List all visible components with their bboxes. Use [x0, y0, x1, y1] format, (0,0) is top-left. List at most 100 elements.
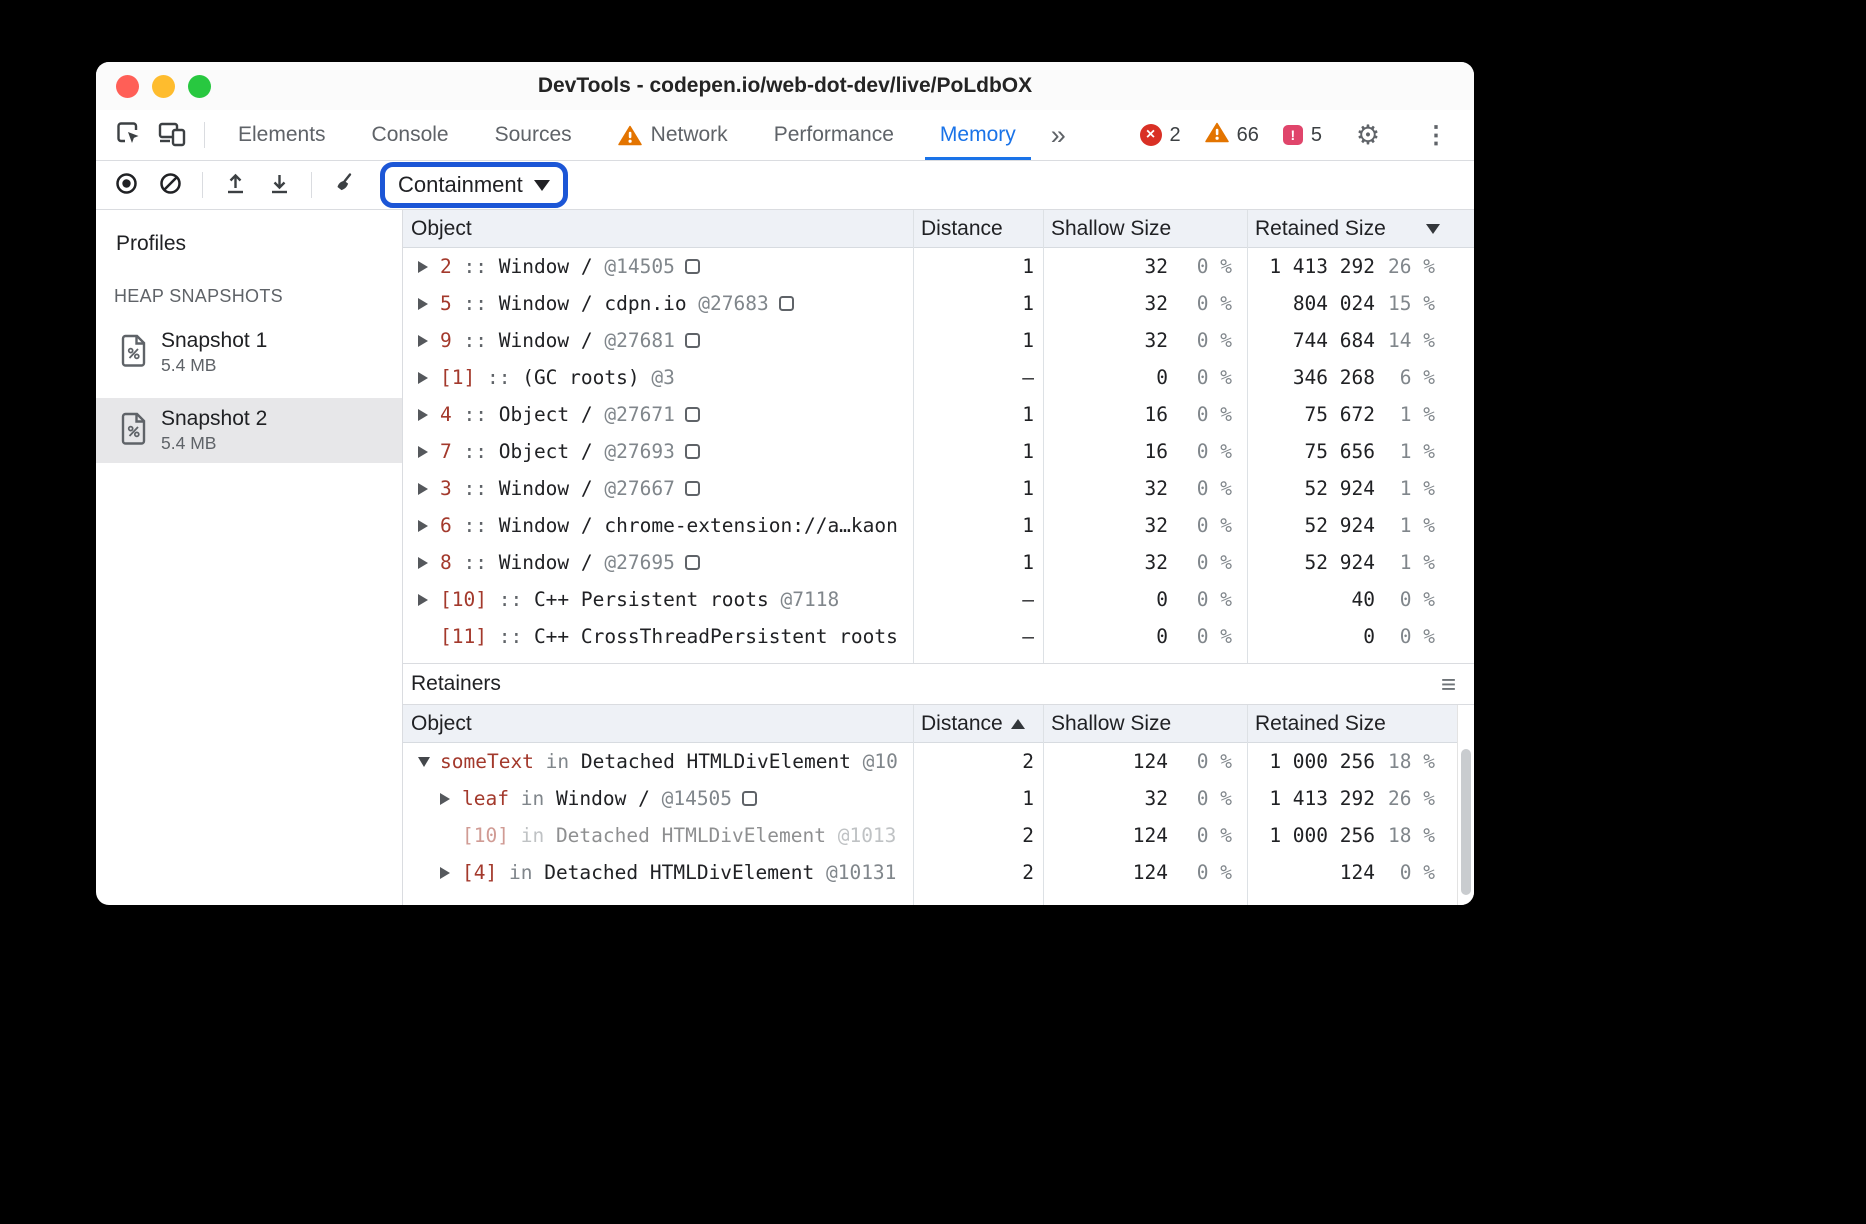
sidebar-item-snapshot-1[interactable]: Snapshot 1 5.4 MB	[96, 320, 402, 385]
scrollbar[interactable]	[1457, 705, 1474, 905]
column-header-object[interactable]: Object	[403, 210, 913, 247]
retained-cell: 400 %	[1247, 581, 1474, 618]
cell-value: –	[913, 588, 1034, 611]
traffic-lights	[116, 75, 211, 98]
expand-icon[interactable]	[418, 446, 440, 458]
inspect-cursor-icon	[115, 120, 142, 150]
close-window-button[interactable]	[116, 75, 139, 98]
cell-value: –	[913, 366, 1034, 389]
heap-object-row[interactable]: 3 :: Window / @276671320 %52 9241 %	[403, 470, 1474, 507]
heap-object-row[interactable]: 2 :: Window / @145051320 %1 413 29226 %	[403, 248, 1474, 285]
retainers-header: Object Distance Shallow Size Retained Si…	[403, 705, 1457, 743]
more-tabs-button[interactable]: »	[1039, 120, 1078, 151]
reveal-icon[interactable]	[685, 333, 700, 348]
expand-icon[interactable]	[418, 372, 440, 384]
heap-object-row[interactable]: 9 :: Window / @276811320 %744 68414 %	[403, 322, 1474, 359]
reveal-icon[interactable]	[685, 407, 700, 422]
inspect-element-button[interactable]	[106, 114, 150, 156]
reveal-icon[interactable]	[685, 259, 700, 274]
tab-console[interactable]: Console	[349, 110, 472, 160]
expand-icon[interactable]	[418, 335, 440, 347]
expand-icon[interactable]	[418, 557, 440, 569]
devtools-tabbar: Elements Console Sources Network Perform…	[96, 110, 1474, 161]
expand-icon[interactable]	[440, 867, 462, 879]
maximize-window-button[interactable]	[188, 75, 211, 98]
object-name: Window /	[499, 477, 593, 500]
tab-memory[interactable]: Memory	[917, 110, 1039, 160]
minimize-window-button[interactable]	[152, 75, 175, 98]
tab-performance[interactable]: Performance	[751, 110, 917, 160]
object-name: Object /	[499, 440, 593, 463]
tab-network[interactable]: Network	[595, 110, 751, 160]
reveal-icon[interactable]	[685, 481, 700, 496]
console-warnings-badge[interactable]: 66	[1205, 122, 1259, 149]
hamburger-menu-icon[interactable]: ≡	[1441, 671, 1456, 697]
expand-icon[interactable]	[418, 594, 440, 606]
reveal-icon[interactable]	[742, 791, 757, 806]
load-profile-button[interactable]	[213, 164, 257, 206]
retainers-rows: someText in Detached HTMLDivElement @102…	[403, 743, 1457, 905]
dist-cell: 1	[913, 396, 1043, 433]
expand-icon[interactable]	[418, 409, 440, 421]
retainer-row[interactable]: [4] in Detached HTMLDivElement @10131212…	[403, 854, 1457, 891]
reveal-icon[interactable]	[685, 555, 700, 570]
expand-icon[interactable]	[418, 261, 440, 273]
perspective-select[interactable]: Containment	[380, 162, 568, 208]
dist-cell: 1	[913, 433, 1043, 470]
shallow-cell: 00 %	[1043, 581, 1247, 618]
console-errors-badge[interactable]: × 2	[1140, 124, 1181, 147]
expand-icon[interactable]	[440, 793, 462, 805]
cell-value: 32	[1043, 477, 1168, 500]
column-header-object[interactable]: Object	[403, 705, 913, 742]
object-address: @27683	[687, 292, 769, 315]
column-header-retained-size[interactable]: Retained Size	[1247, 705, 1457, 742]
column-header-distance[interactable]: Distance	[913, 705, 1043, 742]
retainer-row[interactable]: leaf in Window / @145051320 %1 413 29226…	[403, 780, 1457, 817]
tab-elements[interactable]: Elements	[215, 110, 349, 160]
reveal-icon[interactable]	[685, 444, 700, 459]
object-address: @27695	[593, 551, 675, 574]
sidebar-item-snapshot-2[interactable]: Snapshot 2 5.4 MB	[96, 398, 402, 463]
reveal-icon[interactable]	[779, 296, 794, 311]
dist-cell: 2	[913, 854, 1043, 891]
object-name: Window /	[499, 329, 593, 352]
retainer-row[interactable]: [10] in Detached HTMLDivElement @1013212…	[403, 817, 1457, 854]
scrollbar-thumb[interactable]	[1461, 749, 1471, 895]
record-heap-snapshot-button[interactable]	[104, 164, 148, 206]
error-icon: ×	[1140, 124, 1162, 146]
heap-object-row[interactable]: 4 :: Object / @276711160 %75 6721 %	[403, 396, 1474, 433]
dist-cell: 1	[913, 322, 1043, 359]
heap-object-row[interactable]: 8 :: Window / @276951320 %52 9241 %	[403, 544, 1474, 581]
object-address: @14505	[650, 787, 732, 810]
heap-object-row[interactable]: 5 :: Window / cdpn.io @276831320 %804 02…	[403, 285, 1474, 322]
collapse-icon[interactable]	[418, 757, 440, 767]
cell-percent: 0 %	[1168, 861, 1232, 884]
column-label: Shallow Size	[1051, 217, 1171, 241]
retainer-row[interactable]: someText in Detached HTMLDivElement @102…	[403, 743, 1457, 780]
object-cell: [10] in Detached HTMLDivElement @1013	[403, 817, 913, 854]
toggle-device-toolbar-button[interactable]	[150, 114, 194, 156]
heap-object-row[interactable]: [11] :: C++ CrossThreadPersistent roots–…	[403, 618, 1474, 655]
column-header-distance[interactable]: Distance	[913, 210, 1043, 247]
heap-object-row[interactable]: 7 :: Object / @276931160 %75 6561 %	[403, 433, 1474, 470]
tab-sources[interactable]: Sources	[472, 110, 595, 160]
expand-icon[interactable]	[418, 483, 440, 495]
cell-percent: 1 %	[1375, 440, 1435, 463]
clear-profiles-button[interactable]	[148, 164, 192, 206]
column-header-shallow-size[interactable]: Shallow Size	[1043, 210, 1247, 247]
devtools-menu-button[interactable]: ⋮	[1414, 114, 1458, 156]
settings-button[interactable]: ⚙	[1346, 114, 1390, 156]
issues-badge[interactable]: ! 5	[1283, 124, 1322, 147]
column-header-shallow-size[interactable]: Shallow Size	[1043, 705, 1247, 742]
cell-percent: 26 %	[1375, 787, 1435, 810]
column-header-retained-size[interactable]: Retained Size	[1247, 210, 1474, 247]
object-cell: [4] in Detached HTMLDivElement @10131	[403, 854, 913, 891]
clean-garbage-button[interactable]	[322, 164, 366, 206]
retained-cell: 1 413 29226 %	[1247, 780, 1457, 817]
heap-object-row[interactable]: [10] :: C++ Persistent roots @7118–00 %4…	[403, 581, 1474, 618]
save-profile-button[interactable]	[257, 164, 301, 206]
expand-icon[interactable]	[418, 298, 440, 310]
expand-icon[interactable]	[418, 520, 440, 532]
heap-object-row[interactable]: 6 :: Window / chrome-extension://a…kaon1…	[403, 507, 1474, 544]
heap-object-row[interactable]: [1] :: (GC roots) @3–00 %346 2686 %	[403, 359, 1474, 396]
